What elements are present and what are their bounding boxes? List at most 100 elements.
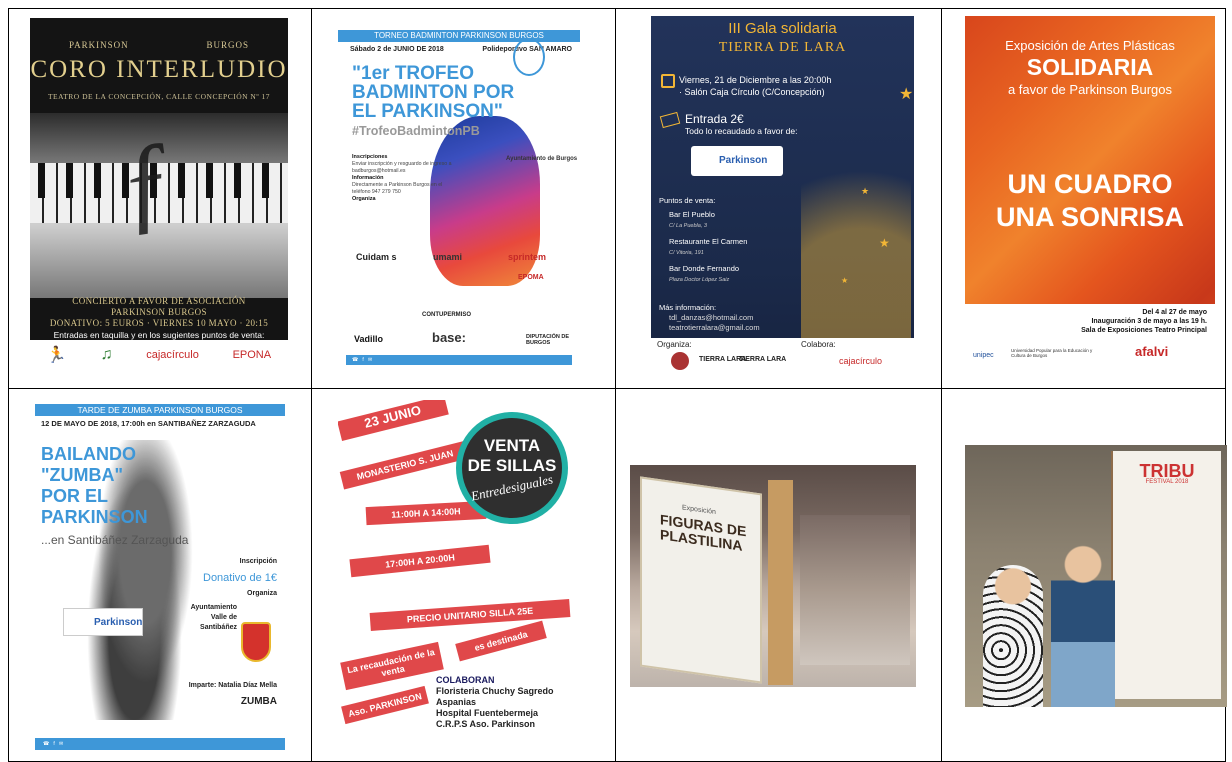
sponsor-logo: CONTUPERMISO xyxy=(422,312,472,318)
place-ribbon: MONASTERIO S. JUAN xyxy=(339,440,471,490)
poster-title: Exposición de Artes Plásticas xyxy=(1005,38,1175,53)
zumba-poster: TARDE DE ZUMBA PARKINSON BURGOS 12 DE MA… xyxy=(35,400,285,752)
sponsor-logo-icon: ♫ xyxy=(100,346,113,363)
ayto-line: Valle de xyxy=(210,614,237,621)
sponsor-logo: EPONA xyxy=(232,349,272,361)
inscripcion-label: Inscripción xyxy=(239,558,277,565)
sponsor-logo: DIPUTACIÓN DE BURGOS xyxy=(526,334,569,346)
price-note: Todo lo recaudado a favor de: xyxy=(685,126,798,136)
collaborators: COLABORAN Floristeria Chuchy Sagredo Asp… xyxy=(436,675,554,730)
zumba-logo: ZUMBA xyxy=(240,696,277,707)
point-addr: C/ La Puebla, 3 xyxy=(669,223,707,229)
festival-photo: TRIBU FESTIVAL 2018 xyxy=(965,445,1227,707)
colab-item: C.R.P.S Aso. Parkinson xyxy=(436,719,536,729)
date-line: Del 4 al 27 de mayo xyxy=(1142,309,1207,316)
circle-title: VENTA DE SILLAS xyxy=(462,436,562,476)
colab-title: COLABORAN xyxy=(436,675,495,685)
poster-title: "1er TROFEO BADMINTON POR EL PARKINSON" xyxy=(352,63,515,122)
star-icon: ★ xyxy=(899,86,914,103)
event-date: Sábado 2 de JUNIO DE 2018 xyxy=(350,46,444,53)
banner-subtitle: FESTIVAL 2018 xyxy=(1145,479,1189,485)
poster-footer: ☎ f ✉ xyxy=(346,355,572,365)
exhibition-photo: Exposición FIGURAS DE PLASTILINA xyxy=(630,465,916,687)
poster-subtitle: ...en Santibáñez Zarzaguda xyxy=(41,533,189,547)
donativo: Donativo de 1€ xyxy=(203,572,277,584)
colab-item: Floristeria Chuchy Sagredo xyxy=(436,686,554,696)
poster-bottom: Organiza: Colabora: TIERRA LARA TIERRA L… xyxy=(651,338,914,378)
parkinson-logo-icon: 🏃 xyxy=(46,347,67,364)
venue-text: TEATRO DE LA CONCEPCIÓN, CALLE CONCEPCIÓ… xyxy=(47,92,271,101)
concert-text: CONCIERTO A FAVOR DE ASOCIACIÓN PARKINSO… xyxy=(30,296,288,329)
concert-line: PARKINSON BURGOS xyxy=(111,307,207,317)
rec-ribbon: es destinada xyxy=(455,620,547,662)
star-icon: ★ xyxy=(861,186,870,196)
sponsor-logo: Ayuntamiento de Burgos xyxy=(506,156,578,162)
parkinson-logo: Parkinson xyxy=(63,608,143,636)
poster-subtitle: a favor de Parkinson Burgos xyxy=(1007,82,1173,97)
more-info: Más información: xyxy=(659,303,717,312)
colab-item: Hospital Fuentebermeja xyxy=(436,708,539,718)
sponsor-logo: afalvi xyxy=(1135,344,1169,359)
grid-divider xyxy=(311,9,312,761)
sponsor-logo: sprintem xyxy=(508,252,547,262)
poster-topbar: TARDE DE ZUMBA PARKINSON BURGOS xyxy=(35,404,285,416)
concert-line: DONATIVO: 5 EUROS · VIERNES 10 MAYO · 20… xyxy=(49,318,269,328)
poster-footer: ☎ f ✉ xyxy=(35,738,285,750)
badminton-poster: TORNEO BADMINTON PARKINSON BURGOS Sábado… xyxy=(338,16,580,371)
hall-background xyxy=(800,515,910,665)
poster-topbar: TORNEO BADMINTON PARKINSON BURGOS xyxy=(338,30,580,42)
poster-slogan: UN CUADRO UNA SONRISA xyxy=(965,168,1215,234)
person xyxy=(1051,545,1115,707)
point-item: Bar Donde Fernando Plaza Doctor López Sa… xyxy=(669,264,760,285)
poster-title: III Gala solidaria xyxy=(728,20,837,37)
imparte-text: Imparte: Natalia Díaz Mella xyxy=(188,682,277,689)
entries-text: Entradas en taquilla y en los sugientes … xyxy=(30,330,288,340)
coat-of-arms-icon xyxy=(241,622,271,662)
expo-dates: Del 4 al 27 de mayo Inauguración 3 de ma… xyxy=(1081,308,1207,335)
points-title: Puntos de venta: xyxy=(659,196,716,205)
coro-interludio-poster: PARKINSON BURGOS CORO INTERLUDIO TEATRO … xyxy=(30,18,288,370)
info-heading: Organiza xyxy=(352,196,376,202)
sponsor-logo: base: xyxy=(432,330,466,345)
calendar-icon xyxy=(661,74,675,88)
colabora-label: Colabora: xyxy=(801,340,836,349)
hours-ribbon: 17:00H A 20:00H xyxy=(349,544,491,578)
christmas-tree xyxy=(801,86,911,366)
ticket-icon xyxy=(659,111,681,129)
slogan-line: UNA SONRISA xyxy=(995,202,1184,232)
date-ribbon: 23 JUNIO xyxy=(338,400,449,442)
sponsors-row: 🏃 ♫ cajacírculo EPONA xyxy=(30,340,288,370)
event-date: 12 DE MAYO DE 2018, 17:00h en SANTIBAÑEZ… xyxy=(41,419,256,428)
colabora-logo: cajacírculo xyxy=(839,356,883,366)
grid-divider xyxy=(941,9,942,761)
sponsor-logo: EPOMA xyxy=(518,274,544,281)
poster-title: CORO INTERLUDIO xyxy=(30,56,288,83)
poster-title-main: SOLIDARIA xyxy=(1026,54,1154,80)
city-label: BURGOS xyxy=(206,40,250,50)
info-heading: Información xyxy=(352,175,384,181)
ayto-line: Santibáñez xyxy=(200,624,237,631)
point-name: Bar El Pueblo xyxy=(669,210,715,219)
wooden-easel xyxy=(768,480,793,685)
info-text: Enviar inscripción y resguardo de ingres… xyxy=(352,161,452,174)
point-addr: C/ Vitoria, 191 xyxy=(669,250,704,256)
info-text: Directamente a Parkinson Burgos en el te… xyxy=(352,182,443,195)
sponsor-logo: umami xyxy=(433,252,463,262)
point-addr: Plaza Doctor López Saiz xyxy=(669,277,730,283)
circle-line: VENTA xyxy=(483,436,541,455)
venta-sillas-poster: 23 JUNIO MONASTERIO S. JUAN 11:00H A 14:… xyxy=(338,400,590,752)
parkinson-logo: Parkinson xyxy=(691,146,783,176)
sponsor-logo: Cuidam s xyxy=(356,252,397,262)
colab-item: Aspanias xyxy=(436,697,477,707)
when-line: Viernes, 21 de Diciembre a las 20:00h xyxy=(679,75,832,85)
poster-bottom: Del 4 al 27 de mayo Inauguración 3 de ma… xyxy=(965,304,1215,376)
star-icon: ★ xyxy=(879,236,890,250)
concert-line: CONCIERTO A FAVOR DE ASOCIACIÓN xyxy=(72,296,246,306)
point-name: Restaurante El Carmen xyxy=(669,237,748,246)
org-logo-icon xyxy=(671,352,689,370)
email: teatrotierralara@gmail.com xyxy=(669,323,760,332)
info-heading: Inscripciones xyxy=(352,154,388,160)
venta-circle: VENTA DE SILLAS Entredesiguales xyxy=(456,412,568,524)
grid-divider xyxy=(9,388,1225,389)
point-item: Restaurante El Carmen C/ Vitoria, 191 xyxy=(669,237,760,258)
